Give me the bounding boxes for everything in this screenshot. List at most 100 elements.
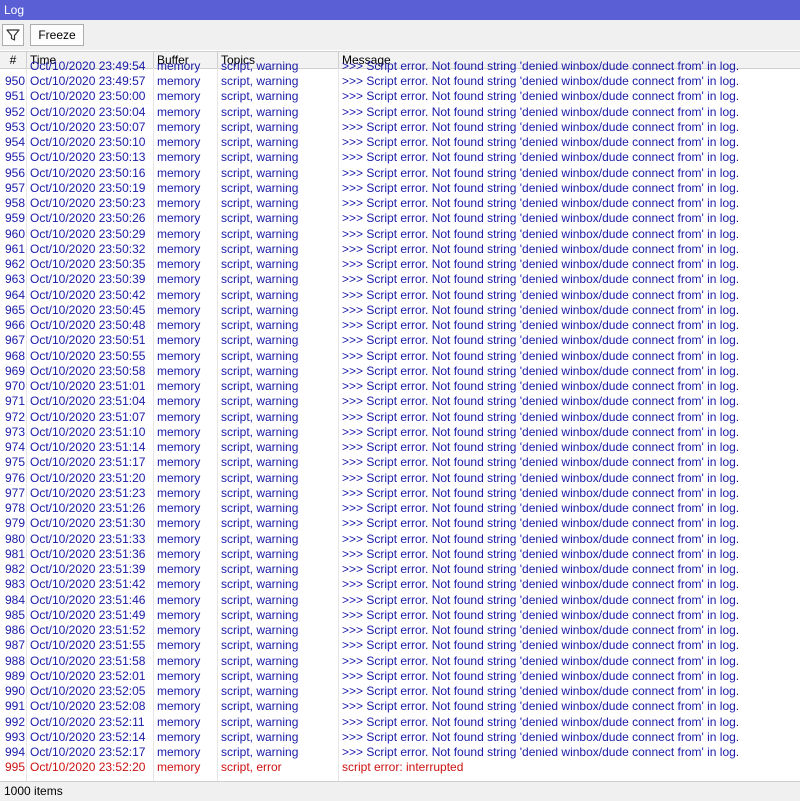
table-row[interactable]: 966 Oct/10/2020 23:50:48 memory script, war… [0, 318, 800, 333]
table-row[interactable]: 989 Oct/10/2020 23:52:01 memory script, war… [0, 669, 800, 684]
cell-time: Oct/10/2020 23:49:57 [30, 74, 146, 88]
cell-message: >>> Script error. Not found string 'deni… [342, 241, 740, 256]
table-row[interactable]: 986 Oct/10/2020 23:51:52 memory script, war… [0, 623, 800, 638]
table-row[interactable]: 970 Oct/10/2020 23:51:01 memory script, war… [0, 379, 800, 394]
cell-topics: script, warning [221, 302, 299, 317]
table-row[interactable]: 991 Oct/10/2020 23:52:08 memory script, war… [0, 699, 800, 714]
cell-time: Oct/10/2020 23:51:52 [30, 623, 146, 637]
cell-buffer: memory [157, 59, 201, 73]
cell-number: 964 [4, 287, 25, 302]
cell-number: 968 [4, 348, 25, 363]
table-row[interactable]: 961 Oct/10/2020 23:50:32 memory script, war… [0, 242, 800, 257]
table-row[interactable]: 973 Oct/10/2020 23:51:10 memory script, war… [0, 425, 800, 440]
table-row[interactable]: 976 Oct/10/2020 23:51:20 memory script, war… [0, 471, 800, 486]
cell-number: 960 [4, 226, 25, 241]
cell-topics: script, warning [221, 577, 299, 592]
toolbar: Freeze [0, 20, 800, 50]
table-row[interactable]: 971 Oct/10/2020 23:51:04 memory script, war… [0, 394, 800, 409]
table-row[interactable]: 979 Oct/10/2020 23:51:30 memory script, war… [0, 516, 800, 531]
cell-topics: script, warning [221, 226, 299, 241]
table-row[interactable]: 956 Oct/10/2020 23:50:16 memory script, war… [0, 166, 800, 181]
cell-message: >>> Script error. Not found string 'deni… [342, 455, 740, 470]
table-row[interactable]: 967 Oct/10/2020 23:50:51 memory script, war… [0, 333, 800, 348]
cell-topics: script, warning [221, 729, 299, 744]
cell-number: 978 [4, 501, 25, 515]
table-row[interactable]: 984 Oct/10/2020 23:51:46 memory script, war… [0, 593, 800, 608]
table-row[interactable]: 952 Oct/10/2020 23:50:04 memory script, war… [0, 105, 800, 120]
table-row[interactable]: 953 Oct/10/2020 23:50:07 memory script, war… [0, 120, 800, 135]
table-row[interactable]: 958 Oct/10/2020 23:50:23 memory script, war… [0, 196, 800, 211]
freeze-button[interactable]: Freeze [30, 24, 84, 46]
table-row[interactable]: 963 Oct/10/2020 23:50:39 memory script, war… [0, 272, 800, 287]
table-row[interactable]: 957 Oct/10/2020 23:50:19 memory script, war… [0, 181, 800, 196]
cell-number: 980 [4, 531, 25, 546]
cell-topics: script, warning [221, 165, 299, 180]
cell-message: >>> Script error. Not found string 'deni… [342, 74, 740, 88]
table-row[interactable]: 951 Oct/10/2020 23:50:00 memory script, war… [0, 89, 800, 104]
cell-buffer: memory [157, 577, 201, 592]
filter-button[interactable] [2, 24, 24, 46]
cell-number: 953 [4, 119, 25, 134]
table-row[interactable]: 969 Oct/10/2020 23:50:58 memory script, war… [0, 364, 800, 379]
table-row[interactable]: 972 Oct/10/2020 23:51:07 memory script, war… [0, 410, 800, 425]
table-row[interactable]: 987 Oct/10/2020 23:51:55 memory script, war… [0, 638, 800, 653]
cell-message: >>> Script error. Not found string 'deni… [342, 440, 740, 454]
cell-buffer: memory [157, 302, 201, 317]
table-row[interactable]: 962 Oct/10/2020 23:50:35 memory script, war… [0, 257, 800, 272]
cell-time: Oct/10/2020 23:51:10 [30, 424, 146, 439]
cell-buffer: memory [157, 440, 201, 454]
cell-buffer: memory [157, 272, 201, 287]
cell-time: Oct/10/2020 23:50:35 [30, 257, 146, 271]
cell-buffer: memory [157, 684, 201, 698]
cell-message: >>> Script error. Not found string 'deni… [342, 623, 740, 637]
cell-topics: script, warning [221, 470, 299, 485]
table-row[interactable]: 959 Oct/10/2020 23:50:26 memory script, war… [0, 211, 800, 226]
cell-message: >>> Script error. Not found string 'deni… [342, 135, 740, 149]
cell-number: 987 [4, 638, 25, 653]
table-row[interactable]: 974 Oct/10/2020 23:51:14 memory script, war… [0, 440, 800, 455]
table-row[interactable]: 977 Oct/10/2020 23:51:23 memory script, war… [0, 486, 800, 501]
table-row[interactable]: 965 Oct/10/2020 23:50:45 memory script, war… [0, 303, 800, 318]
cell-time: Oct/10/2020 23:50:45 [30, 302, 146, 317]
table-row[interactable]: 995 Oct/10/2020 23:52:20 memory script, err… [0, 760, 800, 775]
cell-time: Oct/10/2020 23:51:30 [30, 516, 146, 531]
cell-topics: script, warning [221, 59, 299, 73]
cell-time: Oct/10/2020 23:51:20 [30, 470, 146, 485]
table-row[interactable]: 960 Oct/10/2020 23:50:29 memory script, war… [0, 227, 800, 242]
cell-buffer: memory [157, 485, 201, 500]
table-row[interactable]: 993 Oct/10/2020 23:52:14 memory script, war… [0, 730, 800, 745]
table-row[interactable]: 955 Oct/10/2020 23:50:13 memory script, war… [0, 150, 800, 165]
table-row[interactable]: 981 Oct/10/2020 23:51:36 memory script, war… [0, 547, 800, 562]
cell-topics: script, warning [221, 272, 299, 287]
cell-time: Oct/10/2020 23:50:10 [30, 135, 146, 149]
table-row[interactable]: 975 Oct/10/2020 23:51:17 memory script, war… [0, 455, 800, 470]
cell-buffer: memory [157, 668, 201, 683]
table-row[interactable]: 982 Oct/10/2020 23:51:39 memory script, war… [0, 562, 800, 577]
cell-time: Oct/10/2020 23:52:20 [30, 760, 146, 775]
cell-message: >>> Script error. Not found string 'deni… [342, 684, 740, 698]
table-row[interactable]: 954 Oct/10/2020 23:50:10 memory script, war… [0, 135, 800, 150]
table-row[interactable]: 985 Oct/10/2020 23:51:49 memory script, war… [0, 608, 800, 623]
cell-message: >>> Script error. Not found string 'deni… [342, 89, 740, 104]
table-row[interactable]: 968 Oct/10/2020 23:50:55 memory script, war… [0, 349, 800, 364]
cell-topics: script, warning [221, 257, 299, 271]
table-row[interactable]: 978 Oct/10/2020 23:51:26 memory script, war… [0, 501, 800, 516]
cell-topics: script, warning [221, 653, 299, 668]
cell-number: 972 [4, 409, 25, 424]
cell-number: 965 [4, 302, 25, 317]
table-row[interactable]: 992 Oct/10/2020 23:52:11 memory script, war… [0, 715, 800, 730]
table-row[interactable]: 964 Oct/10/2020 23:50:42 memory script, war… [0, 288, 800, 303]
table-row[interactable]: 950 Oct/10/2020 23:49:57 memory script, war… [0, 74, 800, 89]
cell-number: 963 [4, 272, 25, 287]
table-row[interactable]: 990 Oct/10/2020 23:52:05 memory script, war… [0, 684, 800, 699]
table-row[interactable]: 980 Oct/10/2020 23:51:33 memory script, war… [0, 532, 800, 547]
cell-topics: script, warning [221, 119, 299, 134]
table-row[interactable]: 994 Oct/10/2020 23:52:17 memory script, war… [0, 745, 800, 760]
cell-topics: script, warning [221, 135, 299, 149]
table-row[interactable]: 983 Oct/10/2020 23:51:42 memory script, war… [0, 577, 800, 592]
cell-buffer: memory [157, 180, 201, 195]
cell-message: >>> Script error. Not found string 'deni… [342, 546, 740, 561]
cell-buffer: memory [157, 501, 201, 515]
table-row-partial[interactable]: Oct/10/2020 23:49:54 memory script, warn… [0, 59, 800, 74]
table-row[interactable]: 988 Oct/10/2020 23:51:58 memory script, war… [0, 654, 800, 669]
